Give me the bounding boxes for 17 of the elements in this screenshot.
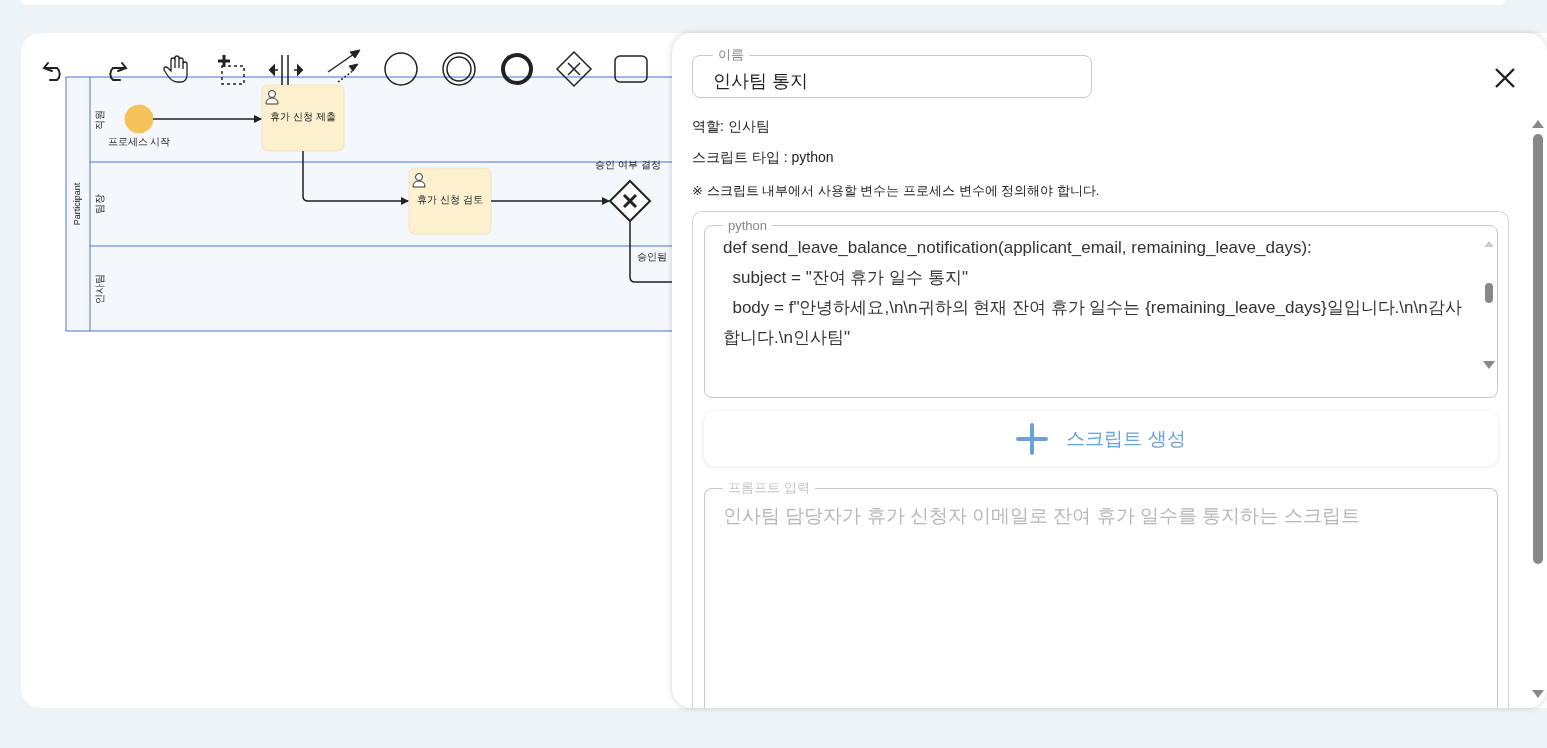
field-label: python [727,218,769,233]
gateway-label: 승인 여부 결정 [595,159,661,170]
lane-label: 팀장 [94,194,105,214]
task-label: 휴가 신청 검토 [417,194,483,205]
lane-label: 인사팀 [94,273,105,304]
field-label: 이름 [717,46,745,64]
event-label: 프로세스 시작 [107,136,171,147]
name-field[interactable]: 이름 인사팀 통지 [692,46,1092,98]
script-type-text: 스크립트 타입 : python [692,148,835,167]
field-label: 프롬프트 입력 [727,479,811,497]
pool-label: Participant [72,182,82,226]
role-text: 역할: 인사팀 [692,117,771,136]
note-text: ※ 스크립트 내부에서 사용할 변수는 프로세스 변수에 정의해야 합니다. [692,182,1101,200]
task-label: 휴가 신청 제출 [270,111,336,122]
lane-label: 직원 [94,109,105,130]
flow-label: 승인됨 [637,251,667,262]
code-field[interactable]: python def send_leave_balance_notification(applicant_email, remaining_leave_days): subject = "잔여 휴가 일수 통지" body = f"안녕하세요,\n\n귀하의 현재 잔여 휴가 일수는 {remaining_leave_days}일입니다.\n\n감사합니다.\n인사팀" [704,218,1498,398]
